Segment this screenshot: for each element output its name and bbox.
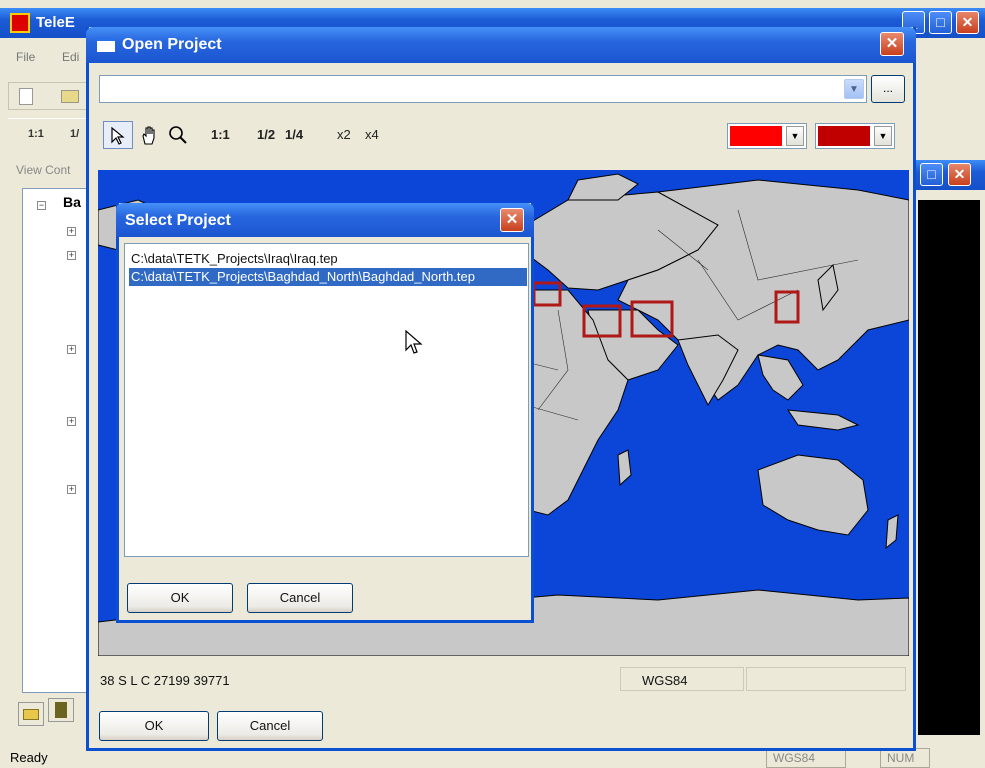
view-control-label: View Cont (16, 163, 71, 177)
new-file-icon[interactable] (19, 88, 33, 105)
fill-color-picker[interactable]: ▼ (727, 123, 807, 149)
outline-color-swatch (818, 126, 870, 146)
map-status-bar: 38 S L C 27199 39771 WGS84 (98, 663, 909, 695)
pan-hand-icon[interactable] (139, 121, 161, 149)
zoom-magnifier-icon[interactable] (167, 121, 189, 149)
zoom-x2-button[interactable]: x2 (337, 121, 351, 149)
chevron-down-icon[interactable]: ▼ (786, 126, 804, 146)
document-tab-icon[interactable] (48, 698, 74, 722)
open-cancel-button[interactable]: Cancel (217, 711, 323, 741)
zoom-x4-button[interactable]: x4 (365, 121, 379, 149)
empty-status-cell (746, 667, 906, 691)
maximize-button[interactable]: □ (929, 11, 952, 34)
child-title-bar[interactable]: □ ✕ (912, 160, 985, 190)
menu-file[interactable]: File (16, 50, 35, 64)
select-project-title-bar[interactable]: Select Project ✕ (116, 203, 534, 237)
map-tools-toolbar: 1:1 1/2 1/4 x2 x4 ▼ ▼ (99, 119, 909, 153)
tree-collapse-icon[interactable]: − (37, 201, 46, 210)
chevron-down-icon[interactable]: ▼ (874, 126, 892, 146)
new-zealand-landmass (885, 514, 899, 550)
main-zoom-toolbar: 1:1 1/ (8, 118, 88, 148)
open-project-close-button[interactable]: ✕ (880, 32, 904, 56)
select-project-close-button[interactable]: ✕ (500, 208, 524, 232)
zoom-1-1-button[interactable]: 1:1 (211, 121, 230, 149)
folder-tab-icon[interactable] (18, 702, 44, 726)
tree-expand-icon[interactable]: + (67, 345, 76, 354)
tree-root-label[interactable]: Ba (63, 194, 81, 210)
open-ok-button[interactable]: OK (99, 711, 209, 741)
zoom-quarter-button[interactable]: 1/4 (285, 121, 303, 149)
coordinate-readout: 38 S L C 27199 39771 (100, 673, 230, 688)
datum-label: WGS84 (642, 673, 688, 688)
open-project-title: Open Project (122, 36, 222, 53)
panel-tabs (14, 696, 90, 730)
menu-edit[interactable]: Edi (62, 50, 79, 64)
window-icon (97, 37, 115, 52)
child-maximize-button[interactable]: □ (920, 163, 943, 186)
fill-color-swatch (730, 126, 782, 146)
madagascar-landmass (617, 449, 632, 487)
main-close-button[interactable]: ✕ (956, 11, 979, 34)
southeast-asia-landmass (757, 354, 804, 401)
status-num: NUM (880, 748, 930, 768)
status-datum: WGS84 (766, 748, 846, 768)
australia-landmass (757, 454, 869, 536)
status-ready: Ready (10, 750, 48, 765)
chevron-down-icon[interactable]: ▼ (844, 79, 864, 99)
open-folder-icon[interactable] (61, 90, 79, 103)
main-zoom-1-1[interactable]: 1:1 (28, 128, 44, 140)
pointer-tool-icon[interactable] (103, 121, 133, 149)
main-window-title: TeleE (36, 14, 75, 31)
project-tree[interactable]: − Ba + + + + + (22, 188, 92, 693)
indonesia-landmass (786, 409, 860, 431)
project-list[interactable]: C:\data\TETK_Projects\Iraq\Iraq.tep C:\d… (124, 243, 529, 557)
tree-expand-icon[interactable]: + (67, 485, 76, 494)
main-toolbar (8, 82, 88, 110)
select-cancel-button[interactable]: Cancel (247, 583, 353, 613)
main-menu-bar: File Edi (0, 44, 100, 70)
project-path-combo[interactable]: ▼ (99, 75, 867, 103)
child-window: □ ✕ (912, 160, 985, 740)
main-zoom-half[interactable]: 1/ (70, 128, 79, 140)
list-item[interactable]: C:\data\TETK_Projects\Iraq\Iraq.tep (129, 250, 340, 268)
tree-expand-icon[interactable]: + (67, 417, 76, 426)
list-item[interactable]: C:\data\TETK_Projects\Baghdad_North\Bagh… (129, 268, 527, 286)
zoom-half-button[interactable]: 1/2 (257, 121, 275, 149)
child-view-canvas (918, 200, 980, 735)
app-logo-icon (10, 13, 30, 33)
select-project-title: Select Project (125, 212, 231, 229)
outline-color-picker[interactable]: ▼ (815, 123, 895, 149)
mouse-cursor-icon (405, 330, 423, 354)
tree-expand-icon[interactable]: + (67, 227, 76, 236)
child-close-button[interactable]: ✕ (948, 163, 971, 186)
open-project-title-bar[interactable]: Open Project ✕ (86, 27, 916, 63)
select-ok-button[interactable]: OK (127, 583, 233, 613)
tree-expand-icon[interactable]: + (67, 251, 76, 260)
browse-button[interactable]: ... (871, 75, 905, 103)
select-project-dialog: Select Project ✕ C:\data\TETK_Projects\I… (116, 203, 534, 623)
